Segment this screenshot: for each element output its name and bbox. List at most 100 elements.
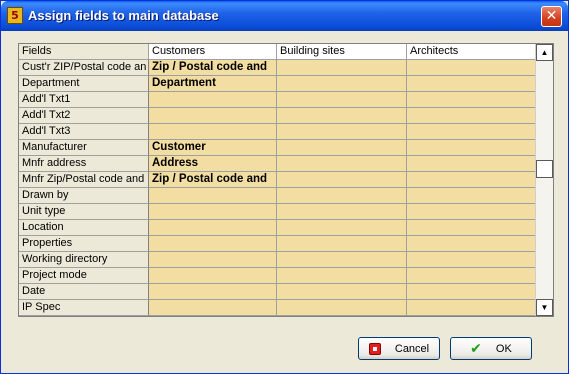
table-row: Unit type [19,204,535,220]
building-sites-cell[interactable] [277,124,407,140]
architects-cell[interactable] [407,124,535,140]
building-sites-cell[interactable] [277,108,407,124]
building-sites-cell[interactable] [277,252,407,268]
architects-cell[interactable] [407,156,535,172]
architects-cell[interactable] [407,76,535,92]
table-row: Cust'r ZIP/Postal code an Zip / Postal co… [19,60,535,76]
row-field-label[interactable]: Properties [19,236,149,252]
architects-cell[interactable] [407,140,535,156]
architects-cell[interactable] [407,172,535,188]
table-row: Working directory [19,252,535,268]
row-field-label[interactable]: Add'l Txt1 [19,92,149,108]
row-field-label[interactable]: Unit type [19,204,149,220]
field-assignment-grid[interactable]: Fields Customers Building sites Architec… [18,43,554,317]
vertical-scrollbar[interactable]: ▲ ▼ [535,44,553,316]
row-field-label[interactable]: IP Spec [19,300,149,316]
building-sites-cell[interactable] [277,188,407,204]
dialog-window: 5 Assign fields to main database ✕ Field… [0,0,569,374]
table-row: Project mode [19,268,535,284]
table-row: Mnfr address Address [19,156,535,172]
architects-cell[interactable] [407,188,535,204]
row-field-label[interactable]: Add'l Txt2 [19,108,149,124]
grid-header-row: Fields Customers Building sites Architec… [19,44,535,60]
table-row: Add'l Txt2 [19,108,535,124]
customers-cell[interactable] [149,252,277,268]
row-field-label[interactable]: Add'l Txt3 [19,124,149,140]
table-row: Properties [19,236,535,252]
architects-cell[interactable] [407,92,535,108]
building-sites-cell[interactable] [277,156,407,172]
column-header-fields[interactable]: Fields [19,44,149,60]
title-bar[interactable]: 5 Assign fields to main database ✕ [1,1,568,31]
customers-cell[interactable]: Address [149,156,277,172]
cancel-icon [368,342,381,355]
building-sites-cell[interactable] [277,220,407,236]
cancel-button-label: Cancel [394,342,430,355]
architects-cell[interactable] [407,204,535,220]
customers-cell[interactable]: Department [149,76,277,92]
customers-cell[interactable] [149,284,277,300]
scroll-thumb[interactable] [536,160,553,178]
row-field-label[interactable]: Mnfr address [19,156,149,172]
customers-cell[interactable] [149,188,277,204]
scroll-up-icon[interactable]: ▲ [536,44,553,61]
customers-cell[interactable] [149,124,277,140]
customers-cell[interactable] [149,92,277,108]
row-field-label[interactable]: Cust'r ZIP/Postal code an [19,60,149,76]
building-sites-cell[interactable] [277,60,407,76]
row-field-label[interactable]: Drawn by [19,188,149,204]
architects-cell[interactable] [407,268,535,284]
table-row: Department Department [19,76,535,92]
ok-button-label: OK [495,342,512,355]
table-row: Date [19,284,535,300]
customers-cell[interactable] [149,108,277,124]
architects-cell[interactable] [407,220,535,236]
table-row: Mnfr Zip/Postal code and Zip / Postal cod… [19,172,535,188]
table-row: Add'l Txt3 [19,124,535,140]
customers-cell[interactable]: Zip / Postal code and [149,172,277,188]
ok-button[interactable]: ✔ OK [450,337,532,360]
row-field-label[interactable]: Mnfr Zip/Postal code and [19,172,149,188]
column-header-customers[interactable]: Customers [149,44,277,60]
building-sites-cell[interactable] [277,172,407,188]
table-row: Manufacturer Customer [19,140,535,156]
window-title: Assign fields to main database [28,8,219,23]
building-sites-cell[interactable] [277,300,407,316]
building-sites-cell[interactable] [277,268,407,284]
table-row: IP Spec [19,300,535,316]
architects-cell[interactable] [407,300,535,316]
row-field-label[interactable]: Project mode [19,268,149,284]
customers-cell[interactable] [149,268,277,284]
building-sites-cell[interactable] [277,204,407,220]
column-header-architects[interactable]: Architects [407,44,535,60]
building-sites-cell[interactable] [277,76,407,92]
scroll-down-icon[interactable]: ▼ [536,299,553,316]
checkmark-icon: ✔ [470,340,482,357]
building-sites-cell[interactable] [277,284,407,300]
row-field-label[interactable]: Manufacturer [19,140,149,156]
building-sites-cell[interactable] [277,236,407,252]
architects-cell[interactable] [407,284,535,300]
architects-cell[interactable] [407,108,535,124]
row-field-label[interactable]: Working directory [19,252,149,268]
customers-cell[interactable]: Customer [149,140,277,156]
architects-cell[interactable] [407,236,535,252]
table-row: Add'l Txt1 [19,92,535,108]
row-field-label[interactable]: Location [19,220,149,236]
architects-cell[interactable] [407,60,535,76]
customers-cell[interactable]: Zip / Postal code and [149,60,277,76]
row-field-label[interactable]: Date [19,284,149,300]
building-sites-cell[interactable] [277,92,407,108]
customers-cell[interactable] [149,220,277,236]
customers-cell[interactable] [149,204,277,220]
cancel-button[interactable]: Cancel [358,337,440,360]
close-icon[interactable]: ✕ [541,6,562,27]
customers-cell[interactable] [149,236,277,252]
architects-cell[interactable] [407,252,535,268]
column-header-building-sites[interactable]: Building sites [277,44,407,60]
app-icon: 5 [7,7,23,24]
grid-body: Fields Customers Building sites Architec… [19,44,535,316]
row-field-label[interactable]: Department [19,76,149,92]
customers-cell[interactable] [149,300,277,316]
building-sites-cell[interactable] [277,140,407,156]
